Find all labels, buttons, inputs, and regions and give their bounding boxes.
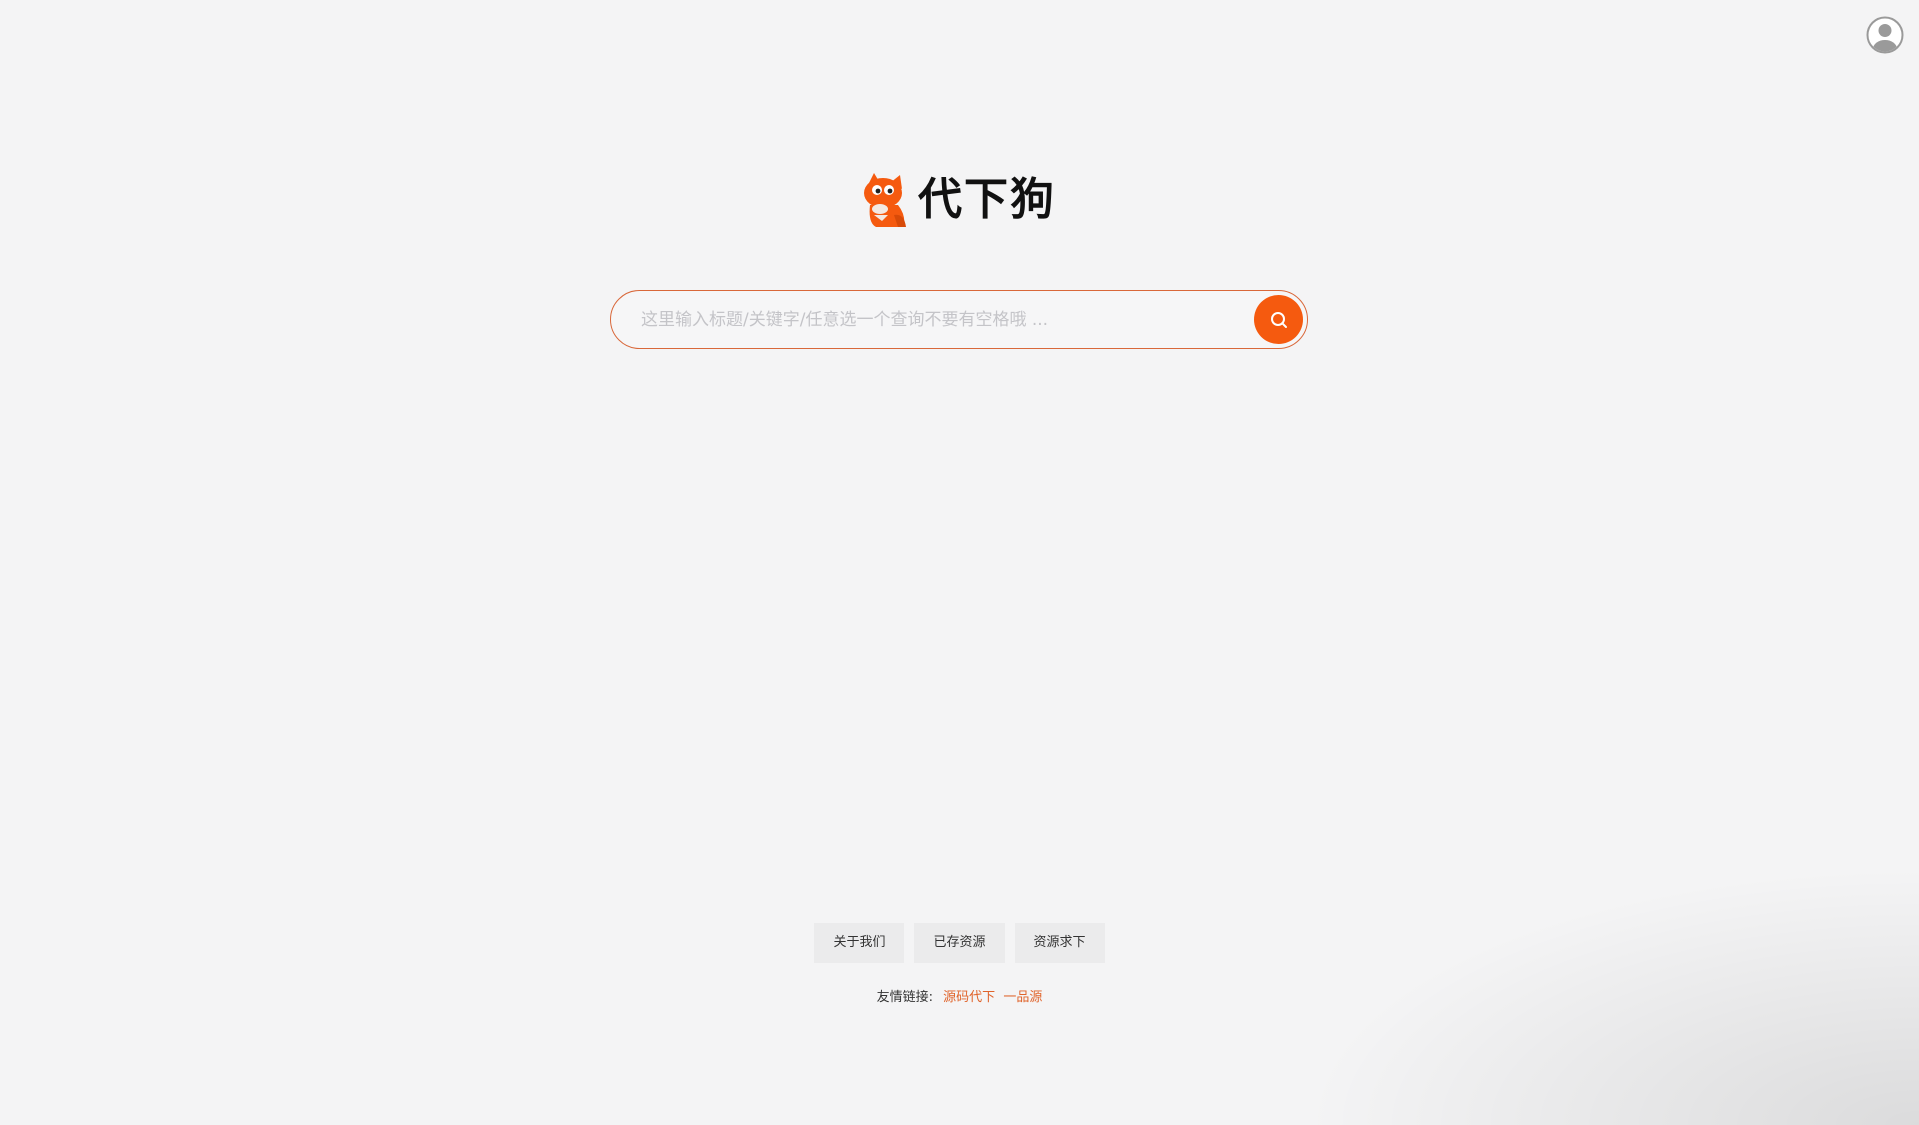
logo-text: 代下狗: [918, 174, 1056, 225]
saved-resources-button[interactable]: 已存资源: [914, 923, 1005, 963]
search-bar: [610, 290, 1308, 349]
friend-links-label: 友情链接:: [876, 990, 934, 1005]
user-avatar-button[interactable]: [1866, 16, 1904, 54]
friend-link-source-code[interactable]: 源码代下: [943, 990, 995, 1005]
friend-links: 友情链接: 源码代下 一品源: [0, 986, 1919, 1005]
site-logo[interactable]: 代下狗: [860, 170, 1056, 230]
fox-mascot-icon: [864, 173, 906, 227]
search-icon: [1270, 311, 1287, 328]
user-avatar-icon: [1866, 16, 1904, 54]
footer-nav: 关于我们 已存资源 资源求下: [0, 923, 1919, 963]
search-button[interactable]: [1254, 295, 1303, 344]
resource-request-button[interactable]: 资源求下: [1014, 923, 1105, 963]
friend-link-yipinyuan[interactable]: 一品源: [1003, 990, 1042, 1005]
about-us-button[interactable]: 关于我们: [814, 923, 905, 963]
search-input[interactable]: [631, 299, 1251, 341]
